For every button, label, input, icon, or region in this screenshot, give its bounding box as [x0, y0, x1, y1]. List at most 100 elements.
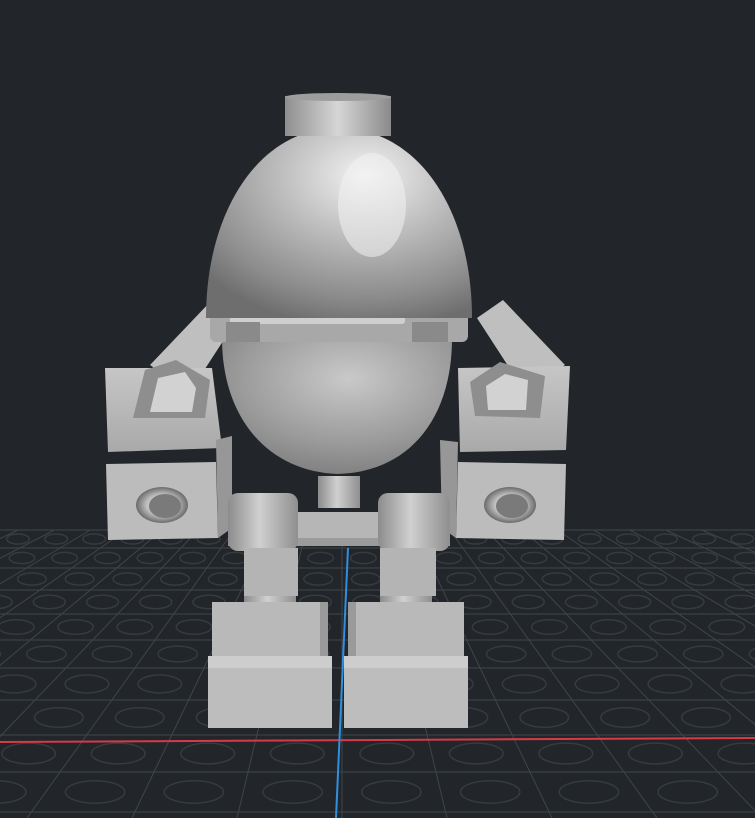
stud-ring	[647, 674, 693, 694]
stud-ring	[563, 551, 591, 565]
top-cylinder	[285, 93, 391, 136]
egg-highlight	[338, 153, 406, 257]
right-arm-hole-inner	[496, 494, 528, 518]
left-foot-upper	[212, 602, 328, 658]
left-arm-hole-inner	[149, 494, 181, 518]
stud-ring	[471, 618, 509, 636]
stud-ring	[732, 572, 755, 586]
stud-ring	[724, 594, 755, 610]
stud-ring	[25, 645, 67, 663]
stud-ring	[0, 674, 37, 694]
stud-ring	[8, 551, 36, 565]
stud-ring	[538, 742, 594, 765]
grid-line	[0, 529, 19, 540]
belly-shell	[222, 338, 452, 474]
stud-ring	[0, 618, 35, 636]
stud-ring	[51, 551, 79, 565]
left-leg-block	[244, 548, 298, 596]
stud-ring	[350, 572, 381, 586]
stud-ring	[681, 706, 732, 729]
stud-ring	[637, 572, 668, 586]
stud-ring	[262, 780, 323, 804]
stud-ring	[653, 533, 679, 545]
stud-ring	[303, 572, 334, 586]
stud-ring	[558, 780, 620, 804]
stud-ring	[349, 551, 377, 565]
egg-shell	[206, 128, 472, 318]
stud-ring	[16, 572, 47, 586]
stud-ring	[32, 594, 67, 610]
stud-ring	[617, 594, 652, 610]
stud-ring	[114, 706, 165, 729]
3d-viewport[interactable]	[0, 0, 755, 818]
stud-ring	[657, 780, 719, 804]
stud-ring	[615, 533, 641, 545]
stud-ring	[307, 551, 335, 565]
stud-ring	[520, 551, 548, 565]
stud-ring	[448, 742, 504, 765]
stud-ring	[708, 618, 746, 636]
right-leg-block	[380, 548, 436, 596]
stud-ring	[459, 780, 521, 804]
stud-ring	[64, 780, 126, 804]
stud-ring	[691, 533, 717, 545]
stud-ring	[501, 674, 547, 694]
stud-ring	[116, 618, 154, 636]
stud-ring	[5, 533, 31, 545]
stud-ring	[180, 742, 236, 765]
stud-ring	[649, 618, 687, 636]
stud-ring	[361, 780, 422, 804]
stud-ring	[684, 572, 715, 586]
stud-ring	[64, 674, 110, 694]
lower-body[interactable]	[222, 338, 452, 474]
stud-ring	[435, 551, 463, 565]
right-foot-lower-top	[344, 656, 468, 668]
stud-ring	[139, 594, 173, 610]
stud-ring	[82, 533, 107, 545]
stud-ring	[493, 572, 525, 586]
stud-ring	[136, 551, 164, 565]
stud-ring	[564, 594, 599, 610]
hip-left-knuckle	[228, 493, 298, 551]
stud-ring	[605, 551, 633, 565]
stud-ring	[64, 572, 95, 586]
stud-ring	[589, 618, 627, 636]
stud-ring	[577, 533, 602, 545]
stud-ring	[33, 706, 84, 729]
head-dome[interactable]	[206, 128, 472, 318]
stud-ring	[691, 551, 719, 565]
stud-ring	[446, 572, 477, 586]
stud-ring	[600, 706, 651, 729]
stud-ring	[93, 551, 121, 565]
scene-canvas[interactable]	[0, 0, 755, 818]
grid-line	[0, 529, 127, 619]
stud-ring	[207, 572, 238, 586]
left-leg[interactable]	[208, 548, 332, 728]
stud-ring	[541, 572, 572, 586]
stud-ring	[90, 742, 146, 765]
stud-ring	[175, 618, 213, 636]
stud-ring	[717, 742, 755, 765]
grid-line	[593, 529, 755, 627]
stud-ring	[730, 533, 755, 545]
stud-ring	[733, 551, 755, 565]
stud-ring	[137, 674, 183, 694]
hip-right-knuckle	[378, 493, 450, 551]
stud-ring	[179, 551, 207, 565]
stud-ring	[159, 572, 191, 586]
right-foot-upper-side	[348, 602, 356, 658]
stud-ring	[157, 645, 199, 663]
hip-joint[interactable]	[228, 476, 450, 551]
stud-ring	[91, 645, 133, 663]
stud-ring	[648, 551, 676, 565]
stud-ring	[519, 706, 570, 729]
stud-ring	[530, 618, 568, 636]
stud-ring	[0, 594, 13, 610]
stud-ring	[617, 645, 659, 663]
right-foot-upper	[348, 602, 464, 658]
stud-ring	[589, 572, 620, 586]
stud-ring	[551, 645, 593, 663]
stud-ring	[671, 594, 705, 610]
left-foot-lower-top	[208, 656, 332, 668]
stud-ring	[720, 674, 755, 694]
